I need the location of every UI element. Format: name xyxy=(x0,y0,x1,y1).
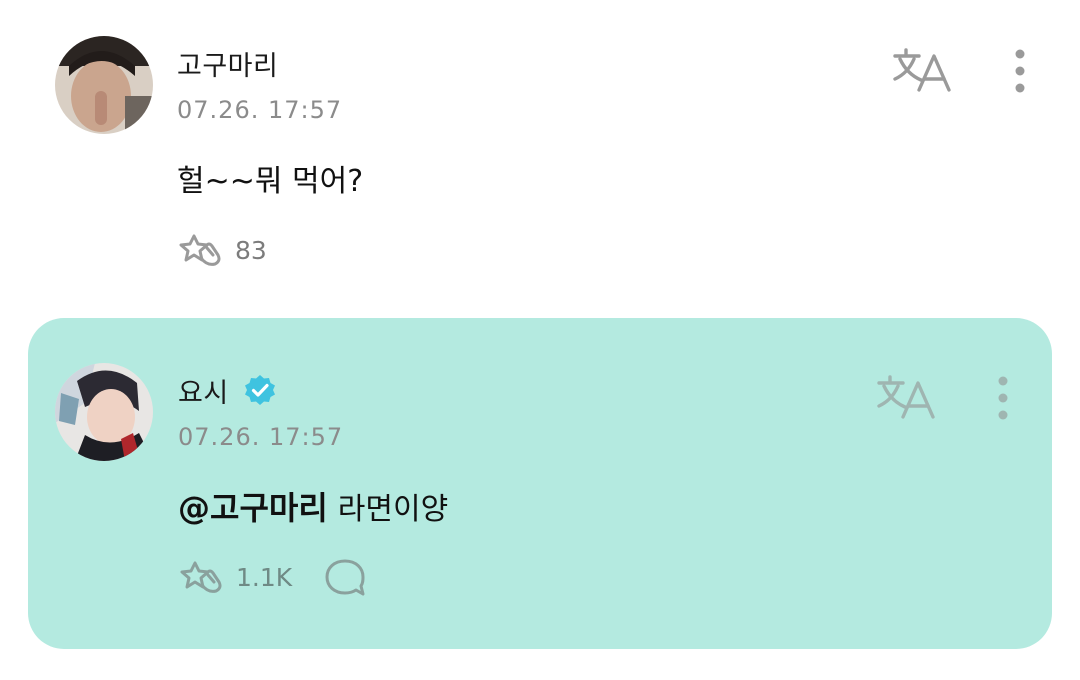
avatar-image xyxy=(55,36,153,134)
comment-text: 헐~~뭐 먹어? xyxy=(177,164,364,199)
avatar-image xyxy=(55,363,153,461)
comment-item: 고구마리 07.26. 17:57 헐~~뭐 먹어? 83 xyxy=(0,0,1080,300)
speech-bubble-icon[interactable] xyxy=(324,558,366,598)
comment-text-body: 라면이양 xyxy=(337,492,449,527)
author-name-text: 요시 xyxy=(178,378,229,409)
more-vertical-icon[interactable] xyxy=(996,375,1010,421)
star-hand-icon xyxy=(179,234,221,266)
star-hand-icon xyxy=(180,561,222,593)
more-vertical-icon[interactable] xyxy=(1013,48,1027,94)
like-button[interactable]: 1.1K xyxy=(178,557,292,597)
like-button[interactable]: 83 xyxy=(177,230,267,270)
mention-link[interactable]: @고구마리 xyxy=(178,489,328,527)
comment-text: @고구마리 라면이양 xyxy=(178,483,448,529)
translate-icon[interactable] xyxy=(893,46,951,94)
author-name[interactable]: 요시 xyxy=(178,371,276,410)
verified-badge-icon xyxy=(244,375,275,405)
avatar[interactable] xyxy=(55,36,153,134)
timestamp: 07.26. 17:57 xyxy=(178,423,344,451)
timestamp: 07.26. 17:57 xyxy=(177,96,343,124)
author-name[interactable]: 고구마리 xyxy=(177,44,278,83)
comment-item-highlighted: 요시 07.26. 17:57 @고구마리 라면이양 1.1K xyxy=(28,318,1052,649)
avatar[interactable] xyxy=(55,363,153,461)
translate-icon[interactable] xyxy=(877,373,935,421)
like-count: 83 xyxy=(235,235,267,265)
like-count: 1.1K xyxy=(236,562,293,592)
